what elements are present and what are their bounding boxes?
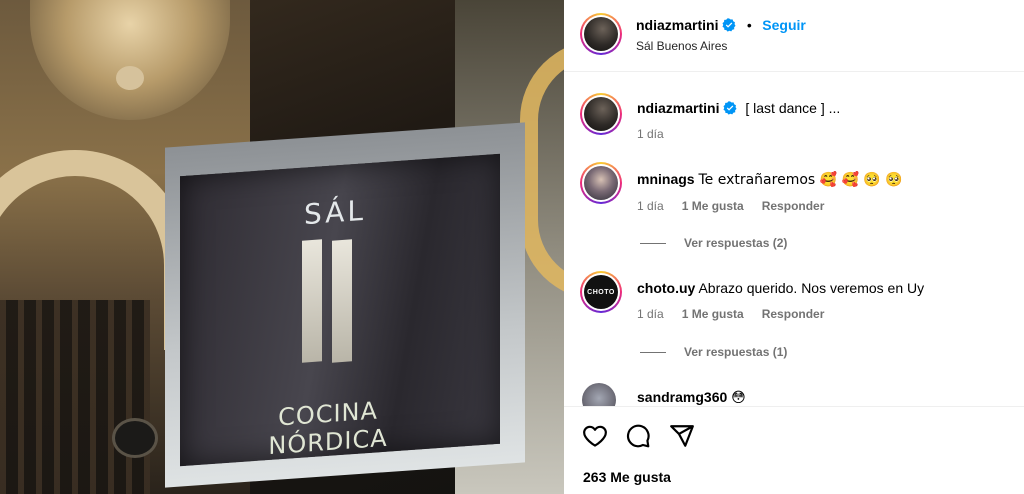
comment-text-row: choto.uy Abrazo querido. Nos veremos en … bbox=[637, 280, 924, 296]
view-replies-label: Ver respuestas (1) bbox=[684, 345, 788, 359]
reply-button[interactable]: Responder bbox=[762, 199, 825, 213]
post-header: ndiazmartini • Seguir Sál Buenos Aires bbox=[564, 0, 1024, 72]
comment-avatar[interactable] bbox=[580, 162, 622, 204]
comment-icon[interactable] bbox=[625, 423, 651, 449]
comment-time[interactable]: 1 día bbox=[637, 199, 664, 213]
comment-likes[interactable]: 1 Me gusta bbox=[682, 307, 744, 321]
verified-badge-icon bbox=[723, 101, 737, 115]
header-title-row: ndiazmartini • Seguir bbox=[636, 17, 806, 35]
caption-time[interactable]: 1 día bbox=[637, 127, 664, 141]
follow-button[interactable]: Seguir bbox=[762, 17, 806, 33]
author-avatar-image bbox=[584, 17, 618, 51]
likes-count[interactable]: 263 Me gusta bbox=[583, 469, 671, 485]
comment-avatar[interactable]: CHOTO bbox=[580, 271, 622, 313]
header-separator: • bbox=[746, 17, 752, 33]
post-actions: 263 Me gusta bbox=[564, 406, 1024, 494]
post-location[interactable]: Sál Buenos Aires bbox=[636, 39, 727, 53]
share-icon[interactable] bbox=[669, 423, 695, 449]
sign-bar-right bbox=[332, 239, 352, 363]
reply-button[interactable]: Responder bbox=[762, 307, 825, 321]
post-panel: ndiazmartini • Seguir Sál Buenos Aires n… bbox=[564, 0, 1024, 494]
caption-avatar-image bbox=[584, 97, 618, 131]
street-plaque bbox=[112, 418, 158, 458]
comment-avatar-image: CHOTO bbox=[584, 275, 618, 309]
comment-time[interactable]: 1 día bbox=[637, 307, 664, 321]
iron-gate bbox=[0, 300, 150, 494]
comment-text-row: mninags Te extrañaremos 🥰 🥰 🥺 🥺 bbox=[637, 171, 903, 188]
post-photo[interactable]: SÁL COCINA NÓRDICA bbox=[0, 0, 564, 494]
comment-meta: 1 día 1 Me gusta Responder bbox=[637, 199, 824, 213]
author-avatar[interactable] bbox=[580, 13, 622, 55]
comment-username[interactable]: choto.uy bbox=[637, 280, 695, 296]
comments-list[interactable]: ndiazmartini [ last dance ] ... 1 día mn… bbox=[564, 73, 1024, 406]
caption-username[interactable]: ndiazmartini bbox=[637, 100, 719, 116]
heart-icon[interactable] bbox=[582, 423, 608, 449]
view-replies-label: Ver respuestas (2) bbox=[684, 236, 788, 250]
comment-text: Abrazo querido. Nos veremos en Uy bbox=[698, 280, 925, 296]
view-replies-button[interactable]: Ver respuestas (1) bbox=[640, 345, 787, 359]
comment-text: 😳 bbox=[731, 390, 746, 406]
lamp-knob bbox=[116, 66, 144, 90]
verified-badge-icon bbox=[722, 18, 736, 32]
comment-username[interactable]: sandramg360 bbox=[637, 389, 727, 405]
comment-text-row: sandramg360 😳 bbox=[637, 389, 746, 406]
author-username[interactable]: ndiazmartini bbox=[636, 17, 718, 33]
comment-avatar-image bbox=[584, 166, 618, 200]
comment-meta: 1 día 1 Me gusta Responder bbox=[637, 307, 824, 321]
caption-text: [ last dance ] ... bbox=[745, 100, 841, 116]
sign-title: SÁL bbox=[303, 193, 367, 232]
comment-username[interactable]: mninags bbox=[637, 171, 695, 187]
replies-divider bbox=[640, 243, 666, 245]
caption-avatar[interactable] bbox=[580, 93, 622, 135]
sign-bar-left bbox=[302, 239, 322, 363]
caption-text-row: ndiazmartini [ last dance ] ... bbox=[637, 100, 840, 116]
comment-likes[interactable]: 1 Me gusta bbox=[682, 199, 744, 213]
replies-divider bbox=[640, 352, 666, 354]
comment-text: Te extrañaremos 🥰 🥰 🥺 🥺 bbox=[698, 172, 903, 188]
comment-avatar[interactable] bbox=[582, 383, 616, 406]
view-replies-button[interactable]: Ver respuestas (2) bbox=[640, 236, 787, 250]
